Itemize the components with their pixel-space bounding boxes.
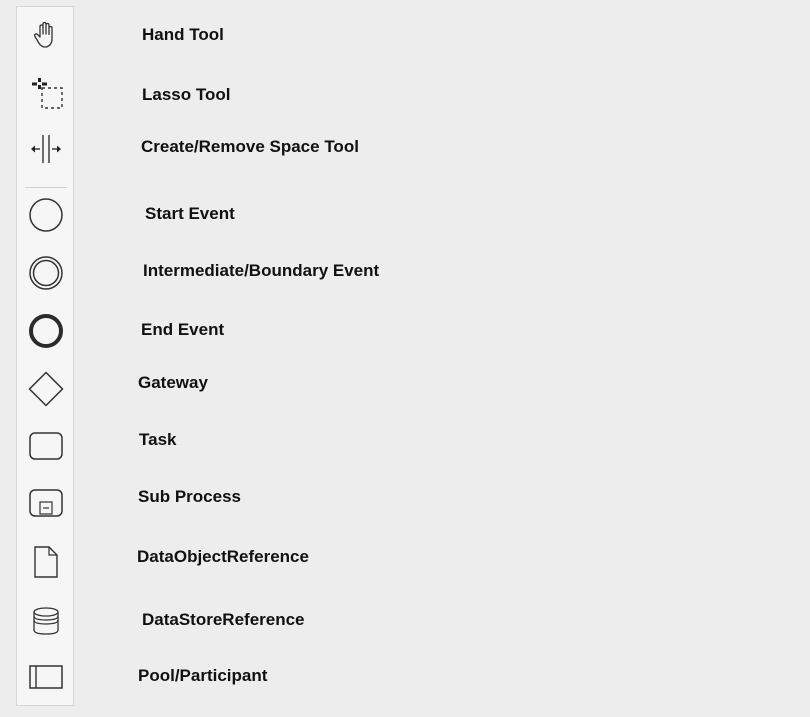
intermediate-event-button[interactable] xyxy=(28,255,64,291)
gateway-label: Gateway xyxy=(138,373,208,392)
sub-process-label: Sub Process xyxy=(138,487,241,506)
data-store-icon xyxy=(33,607,59,635)
space-tool-button[interactable] xyxy=(28,131,64,167)
start-event-icon xyxy=(29,198,63,232)
hand-tool-label: Hand Tool xyxy=(142,25,224,44)
hand-tool-button[interactable] xyxy=(28,17,64,53)
intermediate-event-icon xyxy=(29,256,63,290)
palette-separator xyxy=(25,187,67,188)
gateway-button[interactable] xyxy=(28,371,64,407)
space-tool-label: Create/Remove Space Tool xyxy=(141,137,359,156)
lasso-tool-button[interactable] xyxy=(28,75,64,111)
pool-icon xyxy=(29,665,63,689)
gateway-icon xyxy=(28,371,64,407)
hand-icon xyxy=(33,21,53,48)
task-icon xyxy=(29,432,63,460)
sub-process-icon xyxy=(29,489,63,517)
task-label: Task xyxy=(139,430,177,449)
lasso-tool-label: Lasso Tool xyxy=(142,85,231,104)
pool-button[interactable] xyxy=(28,659,64,695)
data-object-icon xyxy=(34,546,58,578)
data-store-label: DataStoreReference xyxy=(142,610,305,629)
start-event-label: Start Event xyxy=(145,204,235,223)
data-object-label: DataObjectReference xyxy=(137,547,309,566)
tool-palette xyxy=(16,6,74,706)
end-event-label: End Event xyxy=(141,320,225,339)
intermediate-event-label: Intermediate/Boundary Event xyxy=(143,261,380,280)
bpmn-palette-legend: Hand Tool Lasso Tool Create/Remove Space… xyxy=(0,0,810,717)
end-event-icon xyxy=(29,314,63,348)
space-tool-icon xyxy=(31,135,61,163)
end-event-button[interactable] xyxy=(28,313,64,349)
lasso-icon xyxy=(32,78,63,109)
task-button[interactable] xyxy=(28,428,64,464)
pool-label: Pool/Participant xyxy=(138,666,268,685)
sub-process-button[interactable] xyxy=(28,485,64,521)
start-event-button[interactable] xyxy=(28,197,64,233)
data-object-button[interactable] xyxy=(28,544,64,580)
data-store-button[interactable] xyxy=(28,603,64,639)
